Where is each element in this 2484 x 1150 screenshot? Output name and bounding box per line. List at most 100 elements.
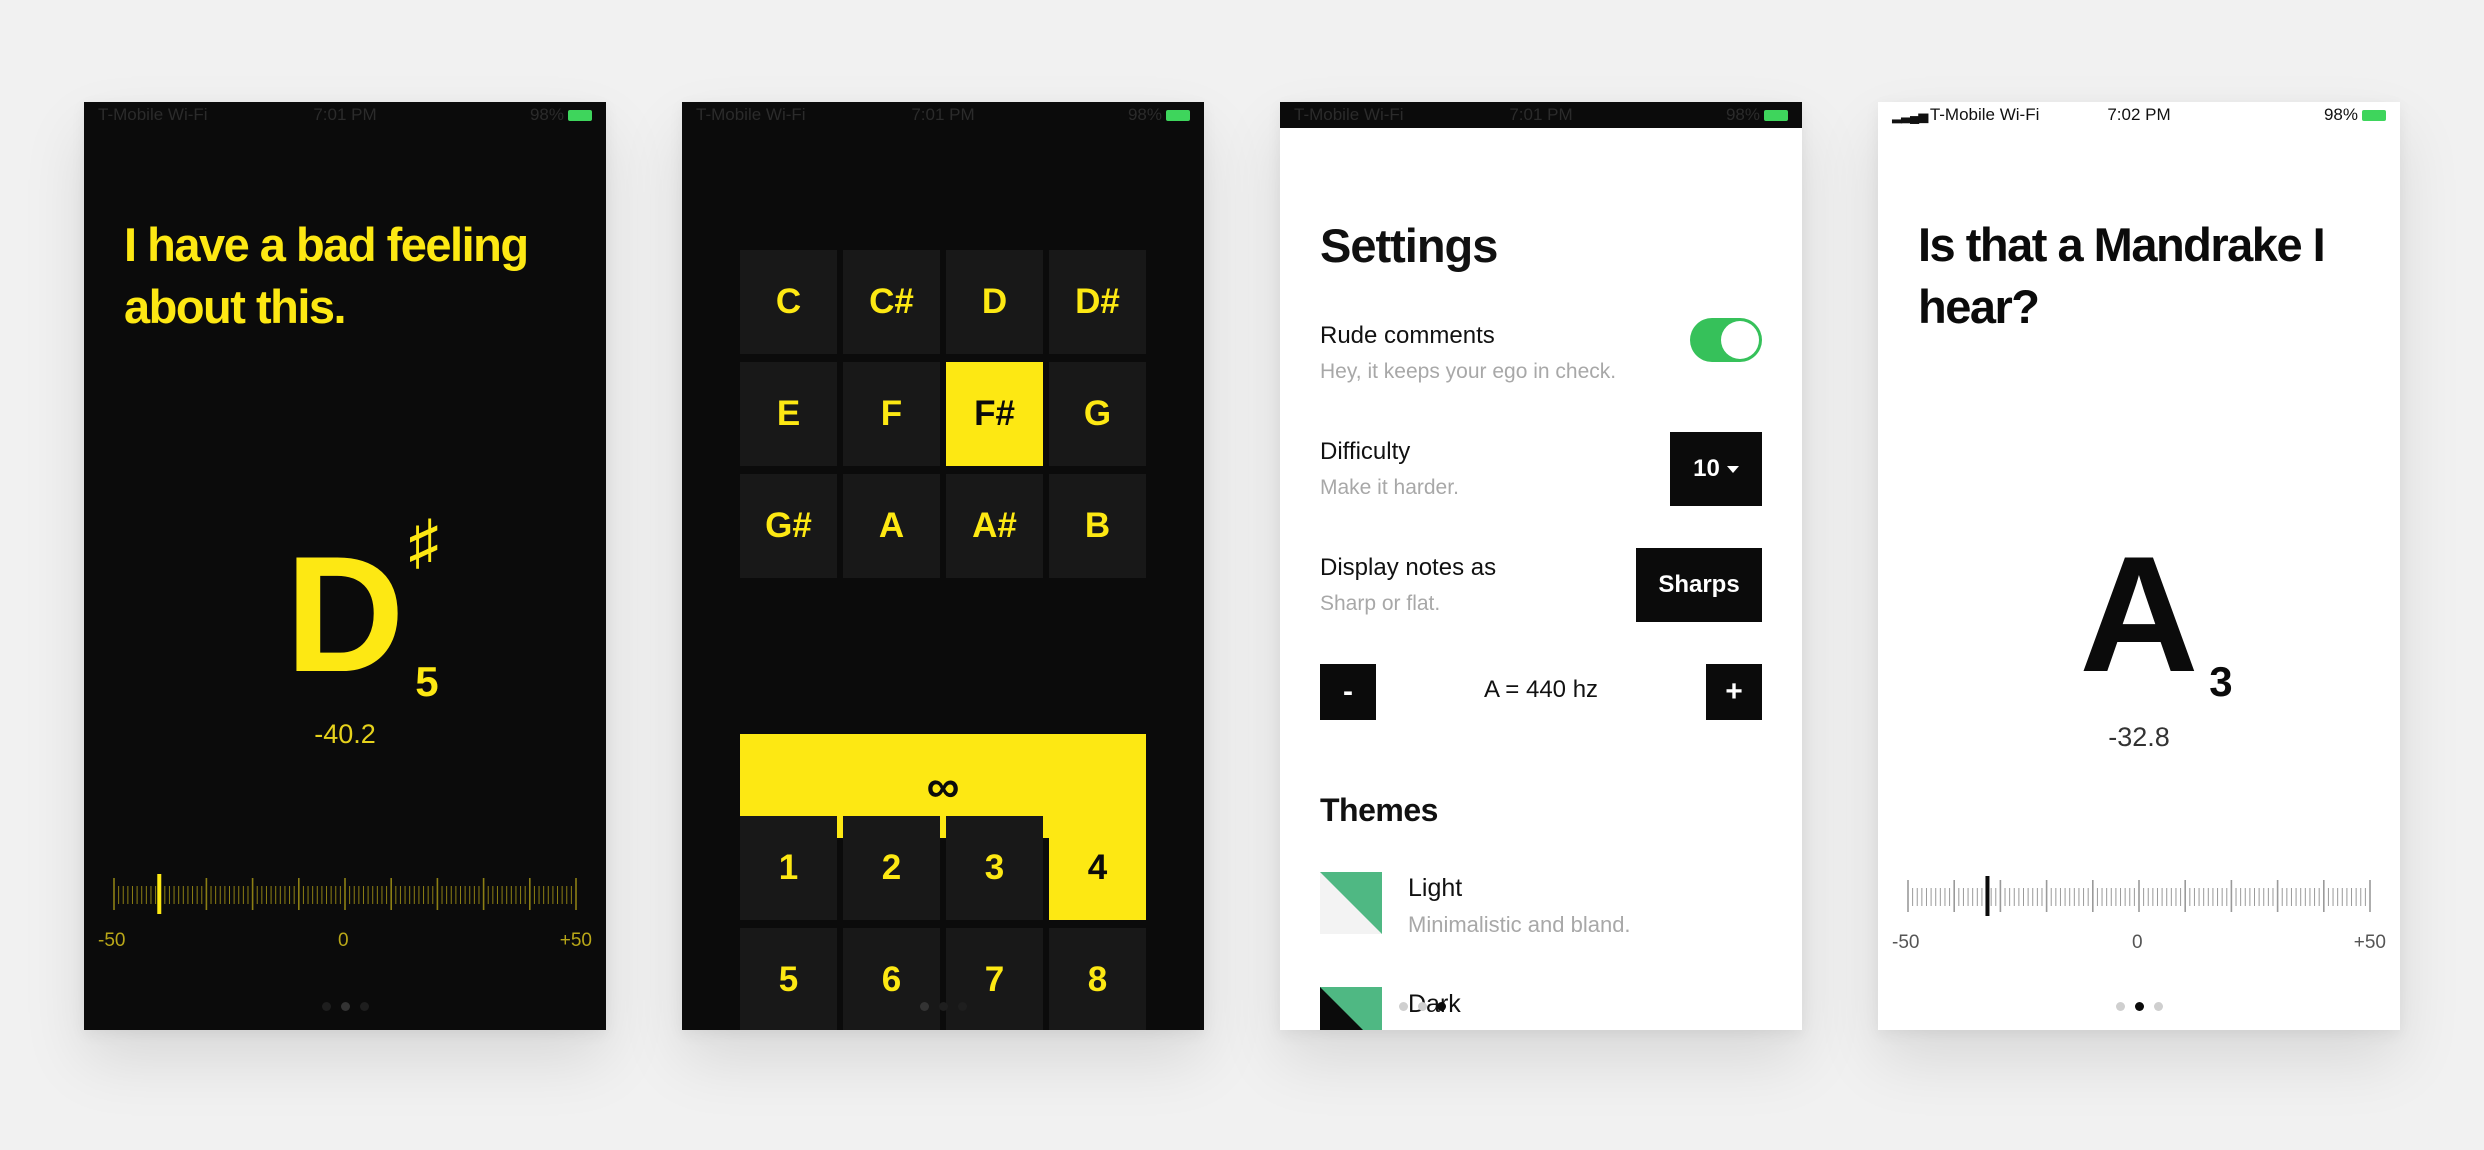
chevron-down-icon xyxy=(1726,465,1739,473)
note-letter: D ♯ 5 xyxy=(285,512,438,703)
page-dot-active[interactable] xyxy=(919,1002,929,1011)
note-display: A 3 xyxy=(1878,532,2400,703)
dark-theme-swatch xyxy=(1320,987,1382,1030)
headline: Is that a Mandrake I hear? xyxy=(1918,218,2326,333)
status-bar: T-Mobile Wi-Fi 7:01 PM 98% xyxy=(1280,102,1802,128)
note-button[interactable]: C xyxy=(740,250,837,354)
note-button[interactable]: A xyxy=(843,474,940,578)
meter-max-label: +50 xyxy=(2353,932,2386,953)
increment-button[interactable]: + xyxy=(1706,664,1762,720)
note-button[interactable]: G# xyxy=(740,474,837,578)
status-bar: T-Mobile Wi-Fi 7:01 PM 98% xyxy=(84,102,606,128)
difficulty-value: 10 xyxy=(1693,455,1720,482)
note-button[interactable]: A# xyxy=(946,474,1043,578)
note-button[interactable]: F xyxy=(843,362,940,466)
status-bar: T-Mobile Wi-Fi 7:01 PM 98% xyxy=(682,102,1204,128)
note-picker-screen: T-Mobile Wi-Fi 7:01 PM 98% ∞ C C# D D# E F F# G… xyxy=(682,102,1204,1030)
meter-mid-label: 0 xyxy=(338,930,349,951)
light-theme-swatch xyxy=(1320,872,1382,934)
count-button[interactable]: 1 xyxy=(740,816,837,920)
tuner-dark-screen: T-Mobile Wi-Fi 7:01 PM 98% I have a bad … xyxy=(84,102,606,1030)
note-button[interactable]: G xyxy=(1049,362,1146,466)
rude-comments-description: Hey, it keeps your ego in check. xyxy=(1320,360,1617,383)
octave: 5 xyxy=(415,658,439,705)
time-label: 7:01 PM xyxy=(313,105,377,124)
battery-icon xyxy=(1764,110,1788,122)
meter-needle xyxy=(1985,876,1990,916)
battery-indicator: 98% xyxy=(1128,102,1190,128)
note-button[interactable]: F# xyxy=(946,362,1043,466)
battery-percent: 98% xyxy=(2323,105,2358,124)
meter-needle xyxy=(157,874,162,914)
tuner-light-screen: ▂▃▄▅ T-Mobile Wi-Fi 7:02 PM 98% Is that … xyxy=(1878,102,2400,1030)
tuning-meter xyxy=(1906,876,2372,916)
battery-percent: 98% xyxy=(529,105,564,124)
battery-indicator: 98% xyxy=(2324,102,2386,128)
headline: I have a bad feeling about this. xyxy=(124,218,529,333)
rude-comments-toggle[interactable] xyxy=(1690,318,1762,362)
note-button[interactable]: D# xyxy=(1049,250,1146,354)
time-label: 7:02 PM xyxy=(2107,105,2171,124)
page-dot-active[interactable] xyxy=(340,1002,350,1011)
page-dot[interactable] xyxy=(359,1002,369,1011)
display-notes-label: Display notes as xyxy=(1320,554,1497,581)
page-dot[interactable] xyxy=(957,1002,967,1011)
cents-offset: -32.8 xyxy=(2108,722,2170,752)
note-display: D ♯ 5 xyxy=(84,512,606,703)
difficulty-dropdown[interactable]: 10 xyxy=(1670,432,1762,506)
page-title: Settings xyxy=(1320,219,1498,272)
light-theme-icon[interactable] xyxy=(1320,872,1382,934)
page-dot[interactable] xyxy=(1399,1002,1408,1011)
battery-percent: 98% xyxy=(1127,105,1162,124)
theme-description-light: Minimalistic and bland. xyxy=(1408,912,1631,937)
battery-icon xyxy=(568,110,592,122)
battery-indicator: 98% xyxy=(1726,102,1788,128)
page-indicator[interactable] xyxy=(1394,998,1451,1016)
page-dot-active[interactable] xyxy=(1437,1002,1446,1011)
count-button[interactable]: 3 xyxy=(946,816,1043,920)
rude-comments-label: Rude comments xyxy=(1320,322,1495,349)
page-indicator[interactable] xyxy=(682,998,1204,1016)
meter-max-label: +50 xyxy=(559,930,592,951)
octave: 3 xyxy=(2209,658,2233,705)
page-dot-active[interactable] xyxy=(2134,1002,2144,1011)
meter-ticks xyxy=(1907,876,2371,916)
count-button[interactable]: 2 xyxy=(843,816,940,920)
note-button[interactable]: D xyxy=(946,250,1043,354)
cents-offset: -40.2 xyxy=(314,719,376,749)
status-bar: ▂▃▄▅ T-Mobile Wi-Fi 7:02 PM 98% xyxy=(1878,102,2400,128)
settings-screen: T-Mobile Wi-Fi 7:01 PM 98% Settings Rude… xyxy=(1280,102,1802,1030)
page-dot[interactable] xyxy=(2153,1002,2163,1011)
toggle-knob xyxy=(1721,321,1759,359)
count-button[interactable]: 4 xyxy=(1049,816,1146,920)
meter-mid-label: 0 xyxy=(2132,932,2143,953)
difficulty-description: Make it harder. xyxy=(1320,476,1459,499)
accidental: ♯ xyxy=(408,508,439,575)
difficulty-label: Difficulty xyxy=(1320,438,1411,465)
note-button[interactable]: C# xyxy=(843,250,940,354)
display-notes-button[interactable]: Sharps xyxy=(1636,548,1762,622)
note-name: D xyxy=(285,522,405,706)
time-label: 7:01 PM xyxy=(1509,105,1573,124)
meter-ticks xyxy=(113,874,577,914)
battery-indicator: 98% xyxy=(530,102,592,128)
page-dot[interactable] xyxy=(2115,1002,2125,1011)
themes-heading: Themes xyxy=(1320,792,1438,828)
note-button[interactable]: B xyxy=(1049,474,1146,578)
meter-min-label: -50 xyxy=(98,930,126,951)
page-dot[interactable] xyxy=(321,1002,331,1011)
page-dot[interactable] xyxy=(1418,1002,1427,1011)
note-button[interactable]: E xyxy=(740,362,837,466)
page-dot[interactable] xyxy=(938,1002,948,1011)
battery-icon xyxy=(1166,110,1190,122)
theme-name-light[interactable]: Light xyxy=(1408,874,1462,903)
page-indicator[interactable] xyxy=(1878,998,2400,1016)
dark-theme-icon[interactable] xyxy=(1320,987,1382,1030)
battery-percent: 98% xyxy=(1725,105,1760,124)
page-indicator[interactable] xyxy=(84,998,606,1016)
time-label: 7:01 PM xyxy=(911,105,975,124)
tuning-meter xyxy=(112,874,578,914)
note-letter: A 3 xyxy=(2079,532,2232,703)
display-notes-description: Sharp or flat. xyxy=(1320,592,1441,615)
battery-icon xyxy=(2362,110,2386,122)
